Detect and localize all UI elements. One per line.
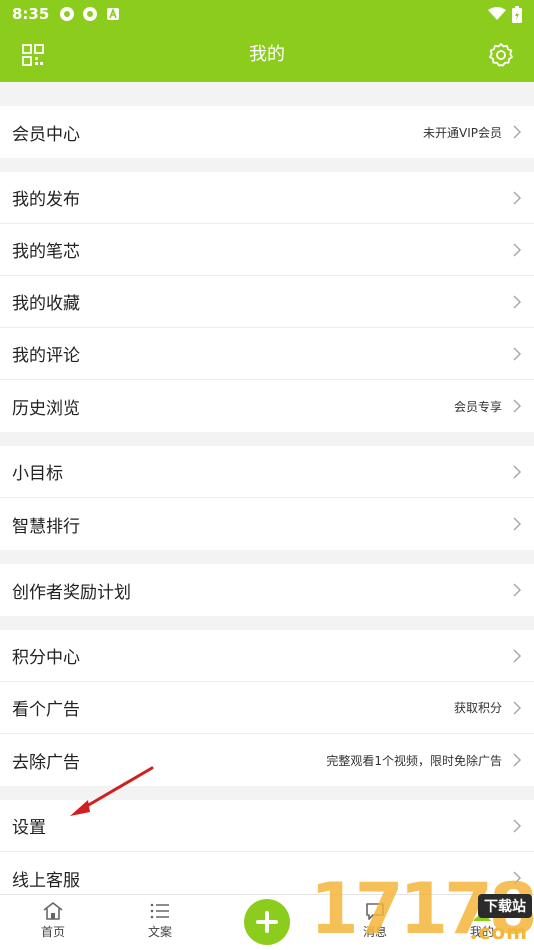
message-icon: [366, 903, 384, 920]
row-label: 看个广告: [12, 700, 80, 720]
chevron-right-icon: [513, 464, 522, 479]
page-title: 我的: [249, 44, 285, 65]
divider: [0, 550, 534, 564]
row-label: 积分中心: [12, 648, 80, 668]
text-notification-icon: [107, 7, 120, 20]
menu-list: 会员中心 未开通VIP会员 我的发布 我的笔芯 我的收藏 我的评论 历史浏览 会…: [0, 82, 534, 904]
row-label: 设置: [12, 818, 46, 838]
divider: [0, 786, 534, 800]
tab-label: 消息: [362, 925, 387, 939]
row-label: 去除广告: [12, 752, 80, 773]
divider: [0, 82, 534, 106]
row-my-posts[interactable]: 我的发布: [0, 172, 534, 224]
row-history[interactable]: 历史浏览 会员专享: [0, 380, 534, 432]
app-notification-icon: [83, 7, 98, 21]
menu-group-settings: 设置 线上客服: [0, 800, 534, 904]
chevron-right-icon: [513, 399, 522, 413]
row-member-center[interactable]: 会员中心 未开通VIP会员: [0, 106, 534, 158]
row-remove-ads[interactable]: 去除广告 完整观看1个视频，限时免除广告: [0, 734, 534, 786]
row-label: 创作者奖励计划: [12, 582, 131, 603]
chevron-right-icon: [513, 700, 522, 715]
row-label: 智慧排行: [12, 516, 80, 537]
menu-group-mine: 我的发布 我的笔芯 我的收藏 我的评论 历史浏览 会员专享: [0, 172, 534, 432]
row-points-center[interactable]: 积分中心: [0, 630, 534, 682]
bottom-tab-bar: 首页 文案 消息 我的: [0, 894, 534, 950]
row-label: 我的评论: [12, 346, 80, 366]
row-watch-ad[interactable]: 看个广告 获取积分: [0, 682, 534, 734]
menu-group-membership: 会员中心 未开通VIP会员: [0, 106, 534, 158]
chevron-right-icon: [513, 583, 522, 597]
app-bar: 我的: [0, 28, 534, 82]
chevron-right-icon: [513, 294, 522, 309]
tab-messages[interactable]: 消息: [345, 901, 405, 940]
user-icon: [473, 902, 491, 921]
row-ranking[interactable]: 智慧排行: [0, 498, 534, 550]
row-label: 会员中心: [12, 124, 80, 145]
row-label: 线上客服: [12, 870, 80, 891]
chevron-right-icon: [513, 517, 522, 531]
row-hint: 会员专享: [453, 399, 502, 414]
tab-wenan[interactable]: 文案: [130, 901, 190, 940]
home-icon: [43, 902, 63, 920]
menu-group-creator: 创作者奖励计划: [0, 564, 534, 616]
row-my-comments[interactable]: 我的评论: [0, 328, 534, 380]
chevron-right-icon: [513, 190, 522, 205]
tab-label: 我的: [469, 925, 494, 939]
row-creator-rewards[interactable]: 创作者奖励计划: [0, 564, 534, 616]
row-my-likes[interactable]: 我的笔芯: [0, 224, 534, 276]
row-hint: 完整观看1个视频，限时免除广告: [326, 753, 502, 768]
menu-group-points: 积分中心 看个广告 获取积分 去除广告 完整观看1个视频，限时免除广告: [0, 630, 534, 786]
chevron-right-icon: [513, 818, 522, 833]
row-label: 我的发布: [12, 190, 80, 210]
tab-home[interactable]: 首页: [23, 901, 83, 940]
row-label: 我的笔芯: [12, 242, 80, 262]
divider: [0, 616, 534, 630]
tab-label: 文案: [147, 925, 172, 939]
chevron-right-icon: [513, 648, 522, 663]
menu-group-goals: 小目标 智慧排行: [0, 446, 534, 550]
wifi-icon: [488, 7, 506, 20]
gear-icon[interactable]: [488, 42, 514, 68]
status-bar: 8:35: [0, 0, 534, 28]
row-small-goals[interactable]: 小目标: [0, 446, 534, 498]
row-settings[interactable]: 设置: [0, 800, 534, 852]
tab-me[interactable]: 我的: [452, 901, 512, 940]
list-icon: [150, 903, 169, 919]
battery-icon: [512, 5, 522, 23]
row-hint: 获取积分: [453, 701, 502, 715]
chevron-right-icon: [513, 125, 522, 139]
row-label: 我的收藏: [12, 294, 80, 314]
row-label: 小目标: [12, 464, 63, 484]
add-post-button[interactable]: [244, 899, 290, 945]
row-hint: 未开通VIP会员: [423, 125, 502, 140]
chevron-right-icon: [513, 346, 522, 361]
row-my-favorites[interactable]: 我的收藏: [0, 276, 534, 328]
chevron-right-icon: [513, 753, 522, 767]
row-label: 历史浏览: [12, 398, 80, 419]
divider: [0, 158, 534, 172]
status-time: 8:35: [12, 5, 50, 23]
chevron-right-icon: [513, 242, 522, 257]
chevron-right-icon: [513, 871, 522, 885]
tab-label: 首页: [40, 925, 65, 939]
divider: [0, 432, 534, 446]
app-notification-icon: [60, 7, 75, 21]
